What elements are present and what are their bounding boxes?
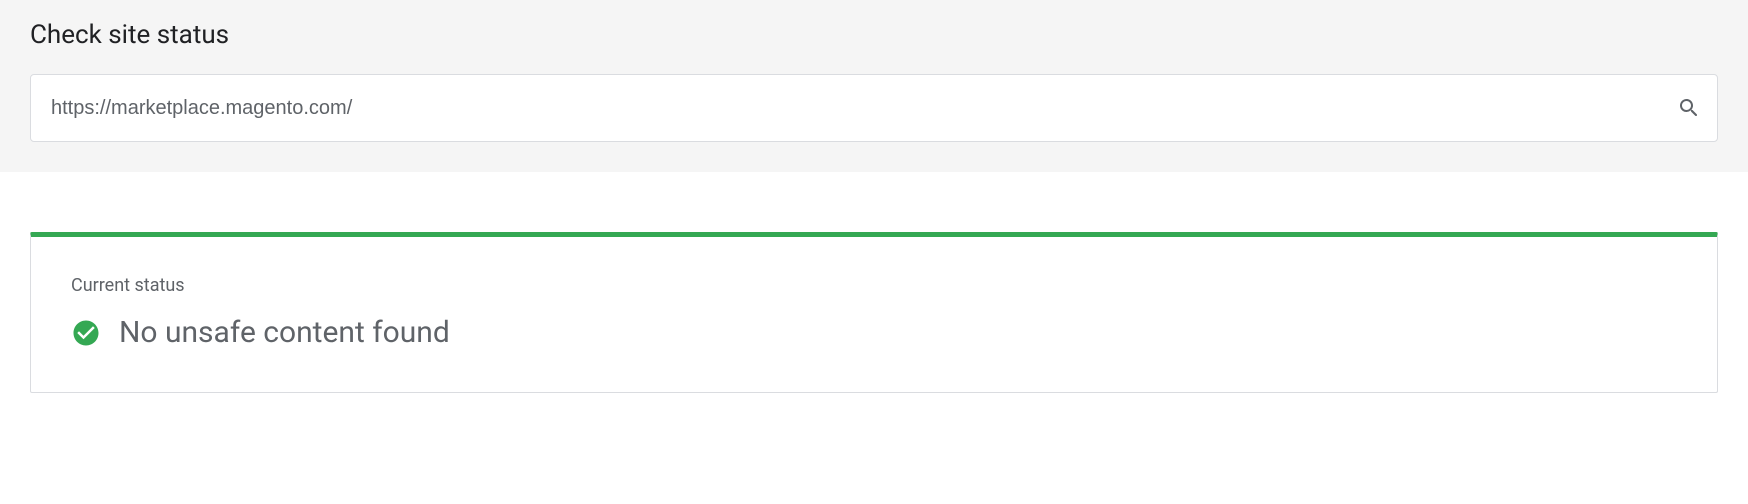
search-icon[interactable]: [1677, 96, 1701, 120]
check-circle-icon: [71, 318, 101, 348]
result-area: Current status No unsafe content found: [0, 172, 1748, 423]
url-input[interactable]: [47, 89, 1677, 128]
status-card: Current status No unsafe content found: [30, 232, 1718, 393]
search-panel: Check site status: [0, 0, 1748, 172]
status-label: Current status: [71, 275, 1677, 296]
page-title: Check site status: [30, 20, 1718, 50]
status-message: No unsafe content found: [119, 318, 450, 348]
status-row: No unsafe content found: [71, 318, 1677, 348]
search-box: [30, 74, 1718, 142]
